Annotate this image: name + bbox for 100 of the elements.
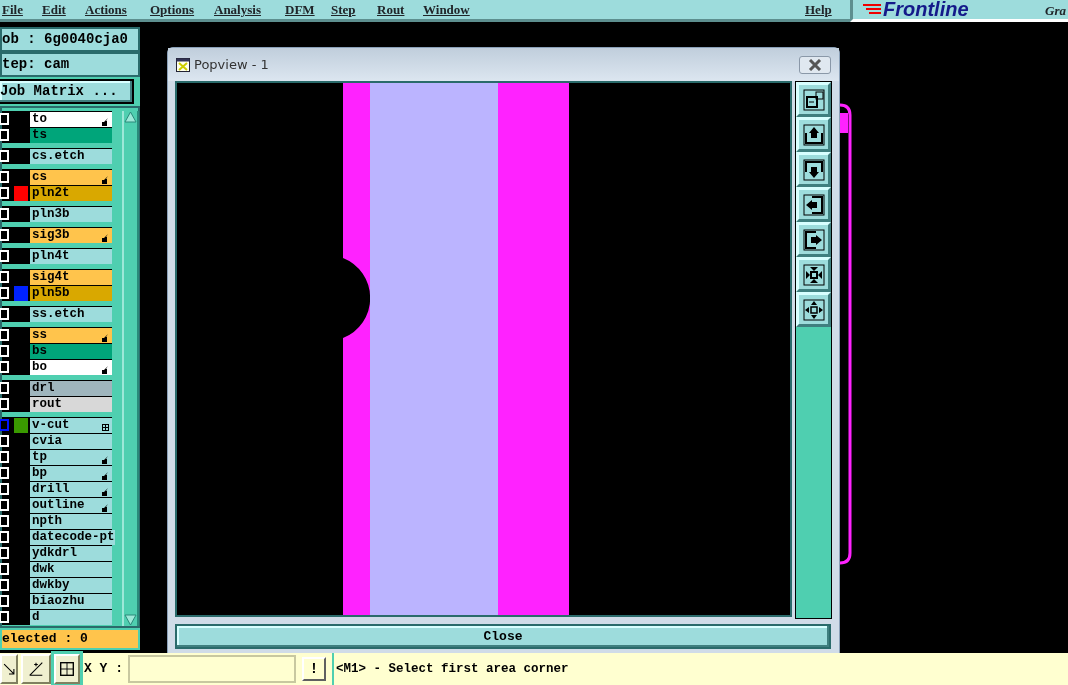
layer-name[interactable]: bo xyxy=(30,360,112,375)
layer-row[interactable]: cvia xyxy=(2,433,112,449)
angle-button[interactable] xyxy=(21,654,51,684)
layer-name[interactable]: datecode-pt xyxy=(30,530,115,545)
layer-name[interactable]: v-cut xyxy=(30,418,112,433)
layer-name[interactable]: pln4t xyxy=(30,249,112,264)
layer-row[interactable]: bs xyxy=(2,343,112,359)
menu-item[interactable]: Analysis xyxy=(214,2,261,17)
close-icon xyxy=(808,59,822,72)
grid-icon xyxy=(58,660,76,678)
zoom-out-button[interactable] xyxy=(796,292,831,327)
alert-button[interactable]: ! xyxy=(302,657,326,681)
layer-name[interactable]: ts xyxy=(30,128,112,143)
layer-name[interactable]: bp xyxy=(30,466,112,481)
layer-name[interactable]: pln3b xyxy=(30,207,112,222)
coordinate-field[interactable] xyxy=(128,655,296,683)
menu-item[interactable]: Actions xyxy=(85,2,127,17)
layer-row[interactable]: datecode-pt xyxy=(2,529,112,545)
home-zoom-icon xyxy=(802,88,825,111)
layer-name[interactable]: bs xyxy=(30,344,112,359)
layer-name[interactable]: biaozhu xyxy=(30,594,112,609)
close-button[interactable] xyxy=(799,55,831,74)
menu-item[interactable]: Edit xyxy=(42,2,66,17)
layer-row[interactable]: cs.etch xyxy=(2,148,112,164)
layer-row[interactable]: pln2t xyxy=(2,185,112,201)
layer-row[interactable]: to xyxy=(2,111,112,127)
layer-checkbox[interactable] xyxy=(0,419,9,431)
layer-row[interactable]: pln5b xyxy=(2,285,112,301)
layer-name[interactable]: pln5b xyxy=(30,286,112,301)
layer-row[interactable]: cs xyxy=(2,169,112,185)
layer-row[interactable]: bp xyxy=(2,465,112,481)
layer-name[interactable]: drl xyxy=(30,381,112,396)
close-button[interactable]: Close xyxy=(175,624,831,649)
layer-name[interactable]: cs.etch xyxy=(30,149,112,164)
menu-item[interactable]: Help xyxy=(805,2,832,17)
layer-row[interactable]: npth xyxy=(2,513,112,529)
layer-name[interactable]: cs xyxy=(30,170,112,185)
layer-name[interactable]: tp xyxy=(30,450,112,465)
layer-row[interactable]: ss.etch xyxy=(2,306,112,322)
window-icon xyxy=(176,57,190,72)
home-zoom-button[interactable] xyxy=(796,82,831,117)
layer-name[interactable]: outline xyxy=(30,498,112,513)
zoom-in-button[interactable] xyxy=(796,257,831,292)
layer-row[interactable]: tp xyxy=(2,449,112,465)
step-label: tep: cam xyxy=(0,52,140,77)
layer-row[interactable]: biaozhu xyxy=(2,593,112,609)
job-matrix-button[interactable]: Job Matrix ... xyxy=(0,79,134,104)
menu-item[interactable]: Window xyxy=(423,2,470,17)
layer-row[interactable]: sig3b xyxy=(2,227,112,243)
layer-name[interactable]: dwk xyxy=(30,562,112,577)
layer-row[interactable]: sig4t xyxy=(2,269,112,285)
pan-down-button[interactable] xyxy=(796,152,831,187)
grid-button[interactable] xyxy=(54,654,80,684)
layer-row[interactable]: ydkdrl xyxy=(2,545,112,561)
layer-row[interactable]: v-cut xyxy=(2,417,112,433)
layer-row[interactable]: pln4t xyxy=(2,248,112,264)
pan-up-button[interactable] xyxy=(796,117,831,152)
layer-name[interactable]: d xyxy=(30,610,112,625)
menu-item[interactable]: Rout xyxy=(377,2,405,17)
pan-right-icon xyxy=(802,228,825,251)
layer-row[interactable]: drill xyxy=(2,481,112,497)
measure-button[interactable] xyxy=(0,654,18,684)
menu-item[interactable]: Options xyxy=(150,2,195,17)
logo-text: Frontline xyxy=(883,0,969,19)
speed-lines-icon xyxy=(863,4,881,16)
layer-row[interactable]: ts xyxy=(2,127,112,143)
layer-row[interactable]: bo xyxy=(2,359,112,375)
layer-row[interactable]: d xyxy=(2,609,112,625)
scroll-up-icon[interactable] xyxy=(124,111,137,123)
layer-row[interactable]: drl xyxy=(2,380,112,396)
menu-item[interactable]: File xyxy=(2,2,23,17)
pan-right-button[interactable] xyxy=(796,222,831,257)
menu-item[interactable]: DFM xyxy=(285,2,315,17)
job-label: ob : 6g0040cja0 xyxy=(0,27,140,52)
zoom-in-icon xyxy=(802,263,825,286)
layer-name[interactable]: rout xyxy=(30,397,112,412)
layer-row[interactable]: dwkby xyxy=(2,577,112,593)
status-message: <M1> - Select first area corner xyxy=(332,653,569,685)
xy-label: X Y : xyxy=(83,660,124,679)
layer-name[interactable]: sig4t xyxy=(30,270,112,285)
pan-left-button[interactable] xyxy=(796,187,831,222)
layer-name[interactable]: pln2t xyxy=(30,186,112,201)
menu-item[interactable]: Step xyxy=(331,2,356,17)
window-title: Popview - 1 xyxy=(194,57,270,72)
layer-name[interactable]: dwkby xyxy=(30,578,112,593)
layer-row[interactable]: pln3b xyxy=(2,206,112,222)
layer-name[interactable]: ydkdrl xyxy=(30,546,112,561)
layer-name[interactable]: ss xyxy=(30,328,112,343)
layer-name[interactable]: to xyxy=(30,112,112,127)
scroll-down-icon[interactable] xyxy=(124,614,137,626)
layer-row[interactable]: rout xyxy=(2,396,112,412)
layer-row[interactable]: outline xyxy=(2,497,112,513)
layer-name[interactable]: cvia xyxy=(30,434,112,449)
layer-name[interactable]: sig3b xyxy=(30,228,112,243)
layer-name[interactable]: drill xyxy=(30,482,112,497)
layer-row[interactable]: dwk xyxy=(2,561,112,577)
scrollbar[interactable] xyxy=(122,111,139,626)
layer-name[interactable]: ss.etch xyxy=(30,307,112,322)
layer-name[interactable]: npth xyxy=(30,514,112,529)
layer-row[interactable]: ss xyxy=(2,327,112,343)
